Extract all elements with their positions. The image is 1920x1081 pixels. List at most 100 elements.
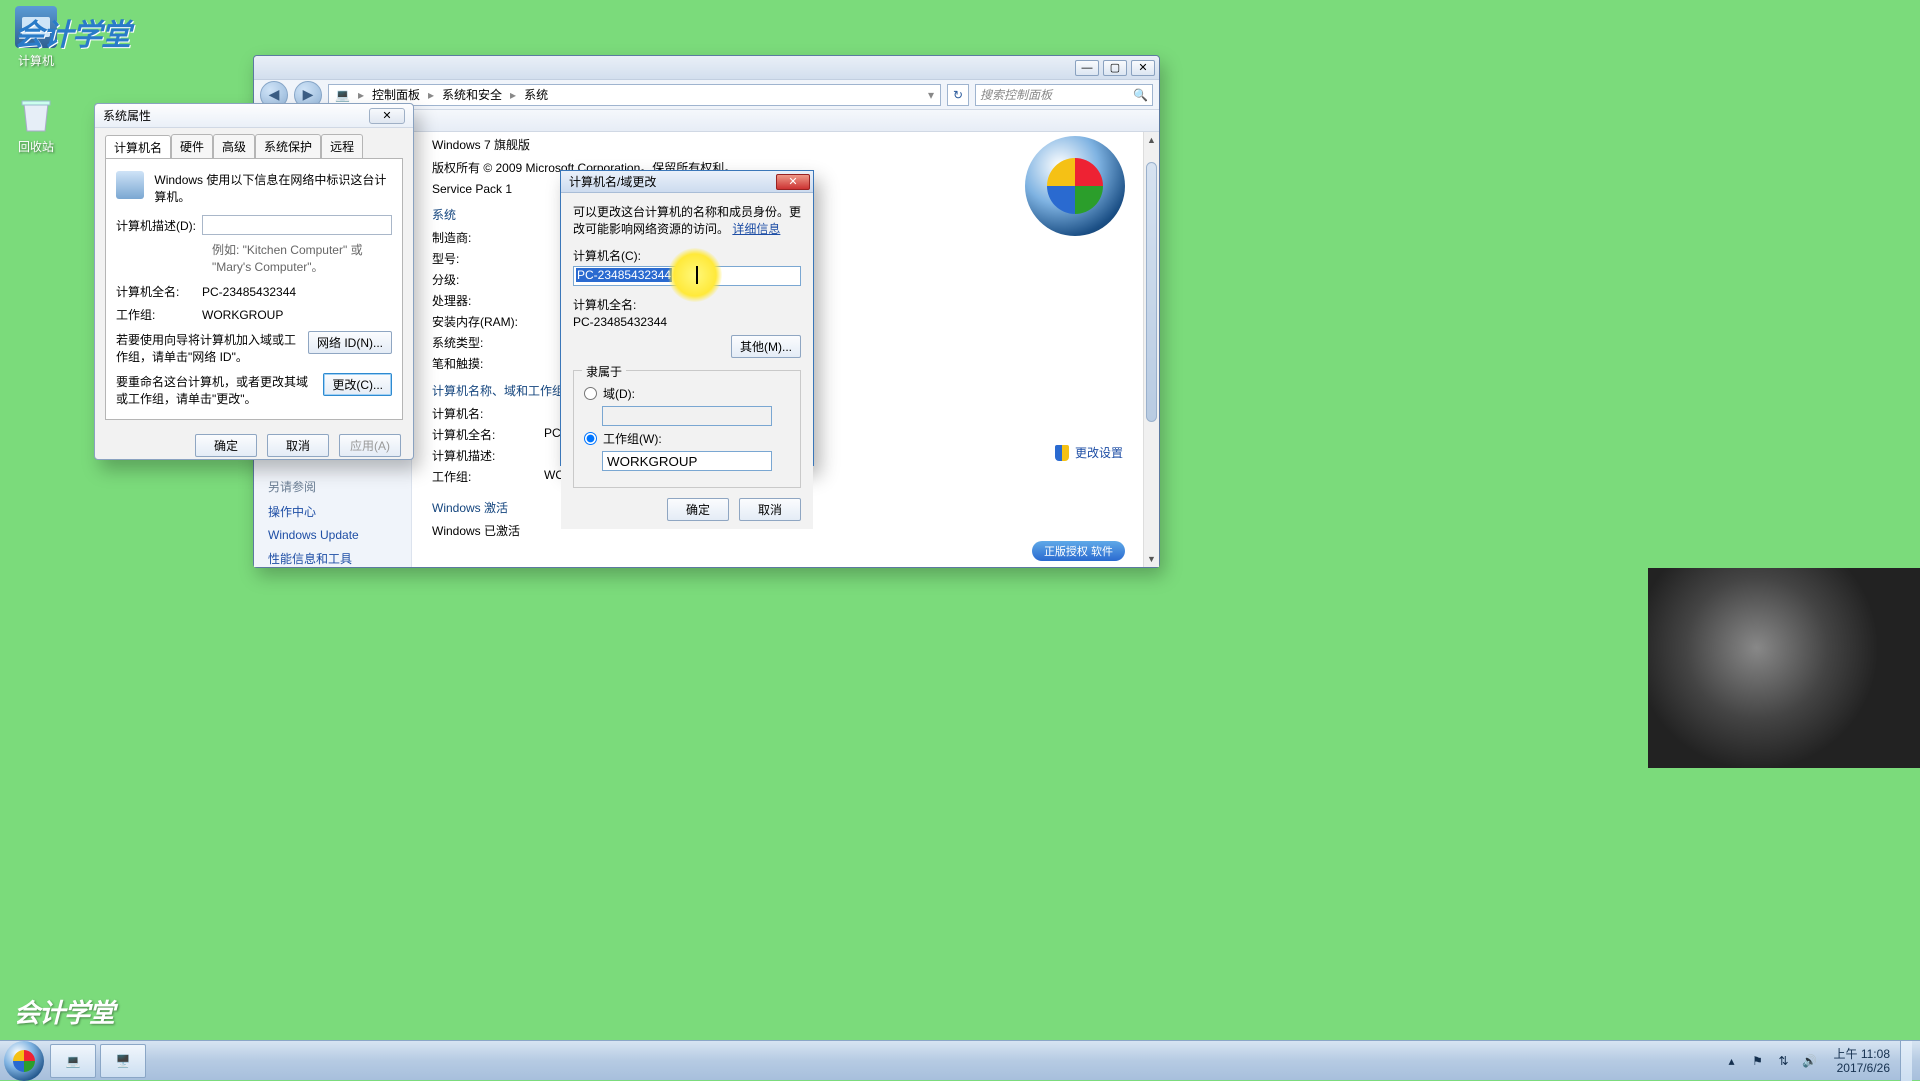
label-fullname: 计算机全名: [432,426,544,443]
change-settings-label: 更改设置 [1075,444,1123,461]
desc-hint: 例如: "Kitchen Computer" 或 "Mary's Compute… [212,241,392,275]
apply-button[interactable]: 应用(A) [339,434,401,457]
minimize-button[interactable]: — [1075,60,1099,76]
change-para: 要重命名这台计算机，或者更改其域或工作组，请单击"更改"。 [116,373,313,407]
tab-advanced[interactable]: 高级 [213,134,255,158]
tab-protection[interactable]: 系统保护 [255,134,321,158]
wg-label: 工作组: [116,306,202,323]
fullname-label2: 计算机全名: [573,296,801,313]
address-bar[interactable]: 💻▸ 控制面板▸ 系统和安全▸ 系统 ▾ [328,84,941,106]
brand-logo-bottom: 会计学堂 [14,993,114,1030]
flag-icon[interactable]: ⚑ [1750,1053,1766,1069]
domain-input [602,406,772,426]
close-button[interactable]: ✕ [1131,60,1155,76]
label-compname: 计算机名: [432,405,544,422]
chevron-down-icon[interactable]: ▾ [928,88,934,102]
maximize-button[interactable]: ▢ [1103,60,1127,76]
workgroup-input[interactable] [602,451,772,471]
taskbar: 💻 🖥️ ▴ ⚑ ⇅ 🔊 上午 11:08 2017/6/26 [0,1040,1920,1080]
desc-input[interactable] [202,215,392,235]
details-link[interactable]: 详细信息 [732,222,780,236]
label-compdesc: 计算机描述: [432,447,544,464]
side-link-actioncenter[interactable]: 操作中心 [254,499,411,524]
network-icon[interactable]: ⇅ [1776,1053,1792,1069]
rename-desc: 可以更改这台计算机的名称和成员身份。更改可能影响网络资源的访问。 详细信息 [573,203,801,237]
tab-remote[interactable]: 远程 [321,134,363,158]
task-item-controlpanel[interactable]: 💻 [50,1044,96,1078]
rename-close-button[interactable]: ✕ [776,174,810,190]
clock[interactable]: 上午 11:08 2017/6/26 [1834,1047,1890,1075]
name-label: 计算机名(C): [573,247,801,264]
label-ram: 安装内存(RAM): [432,313,544,330]
window-titlebar[interactable]: — ▢ ✕ [254,56,1159,80]
clock-time: 上午 11:08 [1834,1047,1890,1061]
member-group: 隶属于 域(D): 工作组(W): [573,370,801,488]
scrollbar[interactable]: ▲ ▼ [1143,132,1159,567]
radio-workgroup-label: 工作组(W): [603,430,662,447]
text-cursor-icon [696,266,698,284]
rename-cancel-button[interactable]: 取消 [739,498,801,521]
brand-logo-top: 会计学堂 [14,10,130,54]
activated-text: Windows 已激活 [432,522,520,539]
side-link-winupdate[interactable]: Windows Update [254,524,411,546]
sysprop-tab-body: Windows 使用以下信息在网络中标识这台计算机。 计算机描述(D): 例如:… [105,158,403,420]
tray-expand-icon[interactable]: ▴ [1724,1053,1740,1069]
sysprop-intro: Windows 使用以下信息在网络中标识这台计算机。 [154,171,392,205]
sysprop-close-button[interactable]: ✕ [369,108,405,124]
start-button[interactable] [4,1041,44,1081]
label-systype: 系统类型: [432,334,544,351]
recycle-label: 回收站 [6,138,66,155]
task-item-sysprop[interactable]: 🖥️ [100,1044,146,1078]
genuine-badge: 正版授权 软件 [1032,541,1125,561]
member-legend: 隶属于 [582,363,626,380]
scroll-up-icon[interactable]: ▲ [1144,132,1159,148]
change-button[interactable]: 更改(C)... [323,373,392,396]
shield-icon [1055,445,1069,461]
name-selected-value: PC-23485432344 [576,268,672,282]
label-rating: 分级: [432,271,544,288]
sysprop-tabs: 计算机名 硬件 高级 系统保护 远程 [95,128,413,158]
radio-workgroup[interactable] [584,432,597,445]
label-workgroup: 工作组: [432,468,544,485]
breadcrumb[interactable]: 系统 [524,86,548,103]
fullname-value: PC-23485432344 [202,285,296,299]
rename-titlebar[interactable]: 计算机名/域更改 ✕ [561,171,813,193]
fullname-value2: PC-23485432344 [573,315,801,329]
edition-text: Windows 7 旗舰版 [432,136,1133,153]
label-pen: 笔和触摸: [432,355,544,372]
scroll-down-icon[interactable]: ▼ [1144,551,1159,567]
search-icon: 🔍 [1133,88,1148,102]
windows-logo-icon [1025,136,1125,236]
search-placeholder: 搜索控制面板 [980,86,1052,103]
refresh-button[interactable]: ↻ [947,84,969,106]
change-settings-link[interactable]: 更改设置 [1055,444,1123,461]
system-tray: ▴ ⚑ ⇅ 🔊 上午 11:08 2017/6/26 [1724,1041,1920,1081]
show-desktop-button[interactable] [1900,1041,1912,1081]
path-icon: 💻 [335,88,350,102]
side-section-title: 另请参阅 [254,468,411,499]
properties-icon: 🖥️ [116,1054,131,1068]
tab-computer-name[interactable]: 计算机名 [105,135,171,159]
desktop-icon-recycle[interactable]: 回收站 [6,92,66,155]
cancel-button[interactable]: 取消 [267,434,329,457]
rename-ok-button[interactable]: 确定 [667,498,729,521]
breadcrumb[interactable]: 控制面板 [372,86,420,103]
search-input[interactable]: 搜索控制面板 🔍 [975,84,1153,106]
scroll-thumb[interactable] [1146,162,1157,422]
rename-title: 计算机名/域更改 [569,173,656,190]
radio-domain[interactable] [584,387,597,400]
side-link-perf[interactable]: 性能信息和工具 [254,546,411,571]
tab-hardware[interactable]: 硬件 [171,134,213,158]
radio-domain-label: 域(D): [603,385,635,402]
netid-para: 若要使用向导将计算机加入域或工作组，请单击"网络 ID"。 [116,331,298,365]
sysprop-titlebar[interactable]: 系统属性 ✕ [95,104,413,128]
more-button[interactable]: 其他(M)... [731,335,801,358]
webcam-overlay [1648,568,1920,768]
breadcrumb[interactable]: 系统和安全 [442,86,502,103]
clock-date: 2017/6/26 [1834,1061,1890,1075]
rename-dialog: 计算机名/域更改 ✕ 可以更改这台计算机的名称和成员身份。更改可能影响网络资源的… [560,170,814,466]
ok-button[interactable]: 确定 [195,434,257,457]
volume-icon[interactable]: 🔊 [1802,1053,1818,1069]
label-model: 型号: [432,250,544,267]
network-id-button[interactable]: 网络 ID(N)... [308,331,392,354]
